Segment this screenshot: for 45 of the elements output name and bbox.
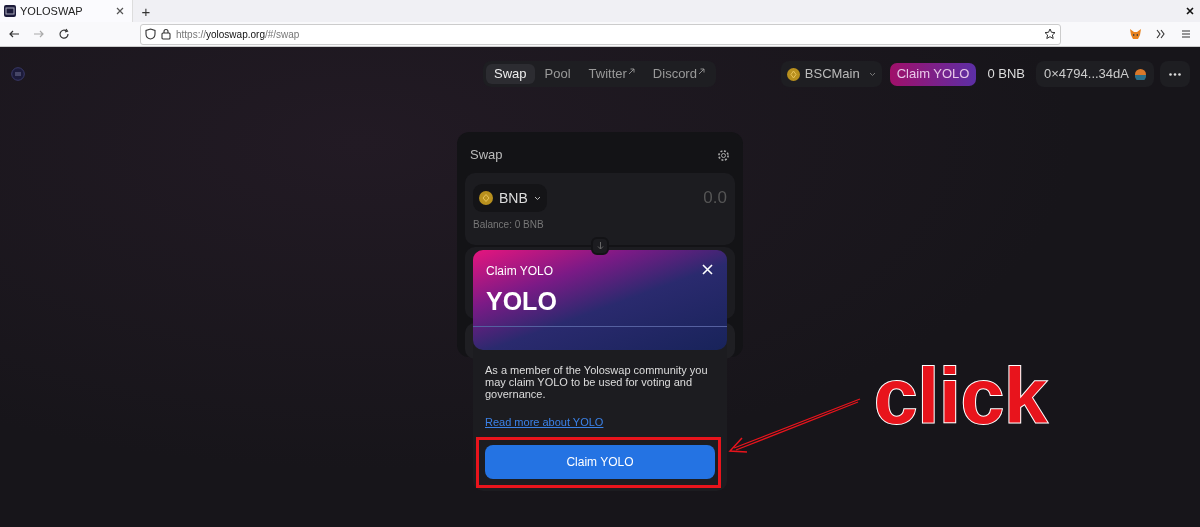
lock-icon bbox=[161, 28, 171, 40]
balance-text: 0 BNB bbox=[986, 65, 1027, 84]
url-text: https://yoloswap.org/#/swap bbox=[176, 27, 300, 42]
menu-icon[interactable] bbox=[1180, 28, 1192, 40]
nav-tab[interactable]: Pool bbox=[536, 64, 579, 84]
back-icon[interactable] bbox=[8, 28, 20, 40]
more-button[interactable] bbox=[1160, 61, 1190, 87]
nav-tab[interactable]: Twitter bbox=[580, 64, 643, 84]
close-icon[interactable] bbox=[116, 7, 124, 15]
card-title: Swap bbox=[470, 146, 503, 165]
reload-icon[interactable] bbox=[58, 28, 70, 40]
external-link-icon bbox=[697, 68, 705, 75]
address-field[interactable]: https://yoloswap.org/#/swap bbox=[140, 23, 1061, 45]
overflow-icon[interactable] bbox=[1155, 28, 1167, 40]
chevron-down-icon bbox=[868, 71, 876, 77]
chevron-down-icon bbox=[533, 195, 541, 201]
claim-yolo-button[interactable]: Claim YOLO bbox=[889, 62, 977, 86]
nav-tab[interactable]: Discord bbox=[644, 64, 713, 84]
arrow-down-icon bbox=[596, 242, 604, 250]
avatar-icon bbox=[1135, 68, 1146, 80]
star-icon[interactable] bbox=[1044, 28, 1056, 40]
read-more-link[interactable]: Read more about YOLO bbox=[485, 414, 604, 431]
coin-icon bbox=[479, 191, 493, 205]
annotation-label: click bbox=[874, 353, 1048, 439]
external-link-icon bbox=[627, 68, 635, 75]
tab-title: YOLOSWAP bbox=[20, 3, 84, 19]
shield-icon bbox=[145, 28, 156, 40]
more-icon bbox=[1169, 72, 1181, 76]
new-tab-button[interactable]: + bbox=[133, 0, 159, 22]
network-button[interactable]: BSCMain bbox=[780, 61, 882, 87]
dialog-title: YOLO bbox=[486, 286, 557, 316]
coin-icon bbox=[786, 67, 800, 81]
amount-field[interactable]: 0.0 bbox=[637, 185, 727, 211]
favicon-icon bbox=[4, 5, 16, 17]
close-icon[interactable] bbox=[1186, 7, 1194, 15]
balance-text: Balance: 0 BNB bbox=[473, 218, 545, 232]
swap-direction-button[interactable] bbox=[591, 237, 609, 255]
token-select[interactable]: BNB bbox=[473, 184, 547, 212]
dialog-subtitle: Claim YOLO bbox=[486, 263, 554, 280]
claim-button[interactable]: Claim YOLO bbox=[485, 444, 715, 479]
dialog-description: As a member of the Yoloswap community you may claim YOLO to be used for voting and governance. bbox=[484, 364, 709, 400]
browser-tab[interactable]: YOLOSWAP bbox=[0, 0, 133, 22]
settings-icon[interactable] bbox=[717, 148, 730, 162]
account-button[interactable]: 0×4794...34dA bbox=[1036, 61, 1154, 87]
nav-tab[interactable]: Swap bbox=[486, 64, 535, 84]
